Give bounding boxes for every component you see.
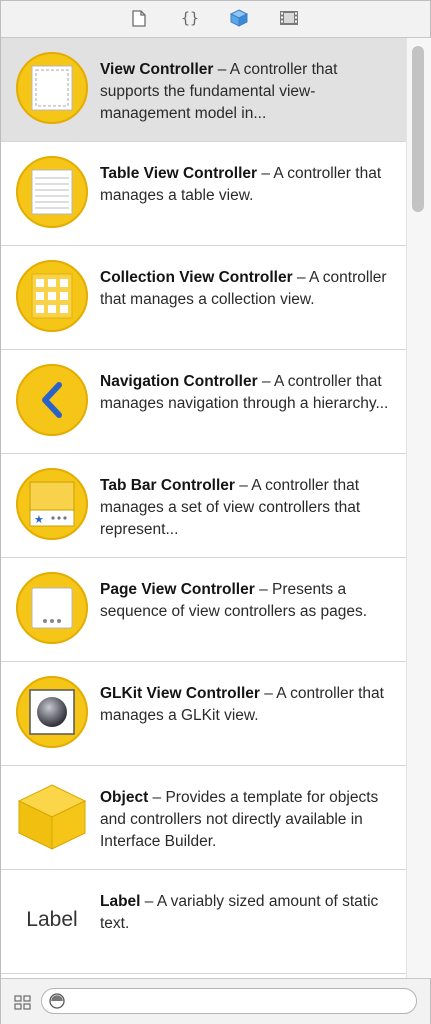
scrollbar-thumb[interactable] (412, 46, 424, 212)
library-item-text: Table View Controller – A controller tha… (100, 163, 394, 207)
library-item-text: GLKit View Controller – A controller tha… (100, 683, 394, 727)
grid-view-icon (14, 995, 31, 1010)
object-library-icon (229, 9, 249, 27)
library-item-title: Table View Controller (100, 165, 258, 182)
library-item-page-view-controller[interactable]: Page View Controller – Presents a sequen… (1, 558, 406, 662)
library-item-title: View Controller (100, 61, 214, 78)
file-template-icon (132, 9, 146, 27)
object-library-tab[interactable] (228, 7, 250, 29)
library-filter-bar (1, 978, 430, 1024)
library-item-text: Navigation Controller – A controller tha… (100, 371, 394, 415)
library-item-text: Page View Controller – Presents a sequen… (100, 579, 394, 623)
filter-icon (49, 993, 65, 1009)
vertical-scrollbar[interactable] (406, 38, 431, 978)
library-item-list: View Controller – A controller that supp… (1, 38, 406, 978)
code-snippet-icon: {} (180, 9, 200, 27)
library-item-text: Collection View Controller – A controlle… (100, 267, 394, 311)
grid-view-toggle[interactable] (13, 994, 33, 1012)
library-item-title: Object (100, 789, 149, 806)
library-item-title: GLKit View Controller (100, 685, 260, 702)
library-item-description: – A variably sized amount of static text… (100, 893, 379, 932)
library-item-title: Navigation Controller (100, 373, 258, 390)
page-view-controller-icon (15, 571, 89, 645)
library-filter-input[interactable] (72, 992, 406, 1012)
view-controller-icon (15, 51, 89, 125)
object-cube-icon (15, 779, 89, 853)
file-template-library-tab[interactable] (128, 7, 150, 29)
library-item-glkit-view-controller[interactable]: GLKit View Controller – A controller tha… (1, 662, 406, 766)
object-library-panel: {} View Controller – A controller that s… (0, 0, 431, 1024)
media-library-tab[interactable] (278, 7, 300, 29)
svg-text:★: ★ (34, 513, 44, 526)
code-snippet-library-tab[interactable]: {} (179, 7, 201, 29)
library-item-title: Label (100, 893, 141, 910)
label-icon-text: Label (26, 908, 78, 931)
library-item-label[interactable]: Label Label – A variably sized amount of… (1, 870, 406, 974)
media-library-icon (280, 11, 298, 25)
library-item-collection-view-controller[interactable]: Collection View Controller – A controlle… (1, 246, 406, 350)
glkit-view-controller-icon (15, 675, 89, 749)
tab-bar-controller-icon: ★ (15, 467, 89, 541)
library-selector-bar: {} (1, 1, 430, 38)
library-item-text: Object – Provides a template for objects… (100, 787, 394, 853)
library-item-table-view-controller[interactable]: Table View Controller – A controller tha… (1, 142, 406, 246)
library-item-text: Tab Bar Controller – A controller that m… (100, 475, 394, 541)
library-item-title: Collection View Controller (100, 269, 293, 286)
library-item-text: View Controller – A controller that supp… (100, 59, 394, 125)
library-item-title: Tab Bar Controller (100, 477, 235, 494)
collection-view-controller-icon (15, 259, 89, 333)
library-item-navigation-controller[interactable]: Navigation Controller – A controller tha… (1, 350, 406, 454)
table-view-controller-icon (15, 155, 89, 229)
library-item-view-controller[interactable]: View Controller – A controller that supp… (1, 38, 406, 142)
navigation-controller-icon (15, 363, 89, 437)
library-item-object[interactable]: Object – Provides a template for objects… (1, 766, 406, 870)
library-filter-field[interactable] (41, 988, 417, 1014)
label-icon: Label (15, 883, 89, 957)
library-item-tab-bar-controller[interactable]: ★ Tab Bar Controller – A controller that… (1, 454, 406, 558)
library-item-title: Page View Controller (100, 581, 255, 598)
library-item-text: Label – A variably sized amount of stati… (100, 891, 394, 935)
